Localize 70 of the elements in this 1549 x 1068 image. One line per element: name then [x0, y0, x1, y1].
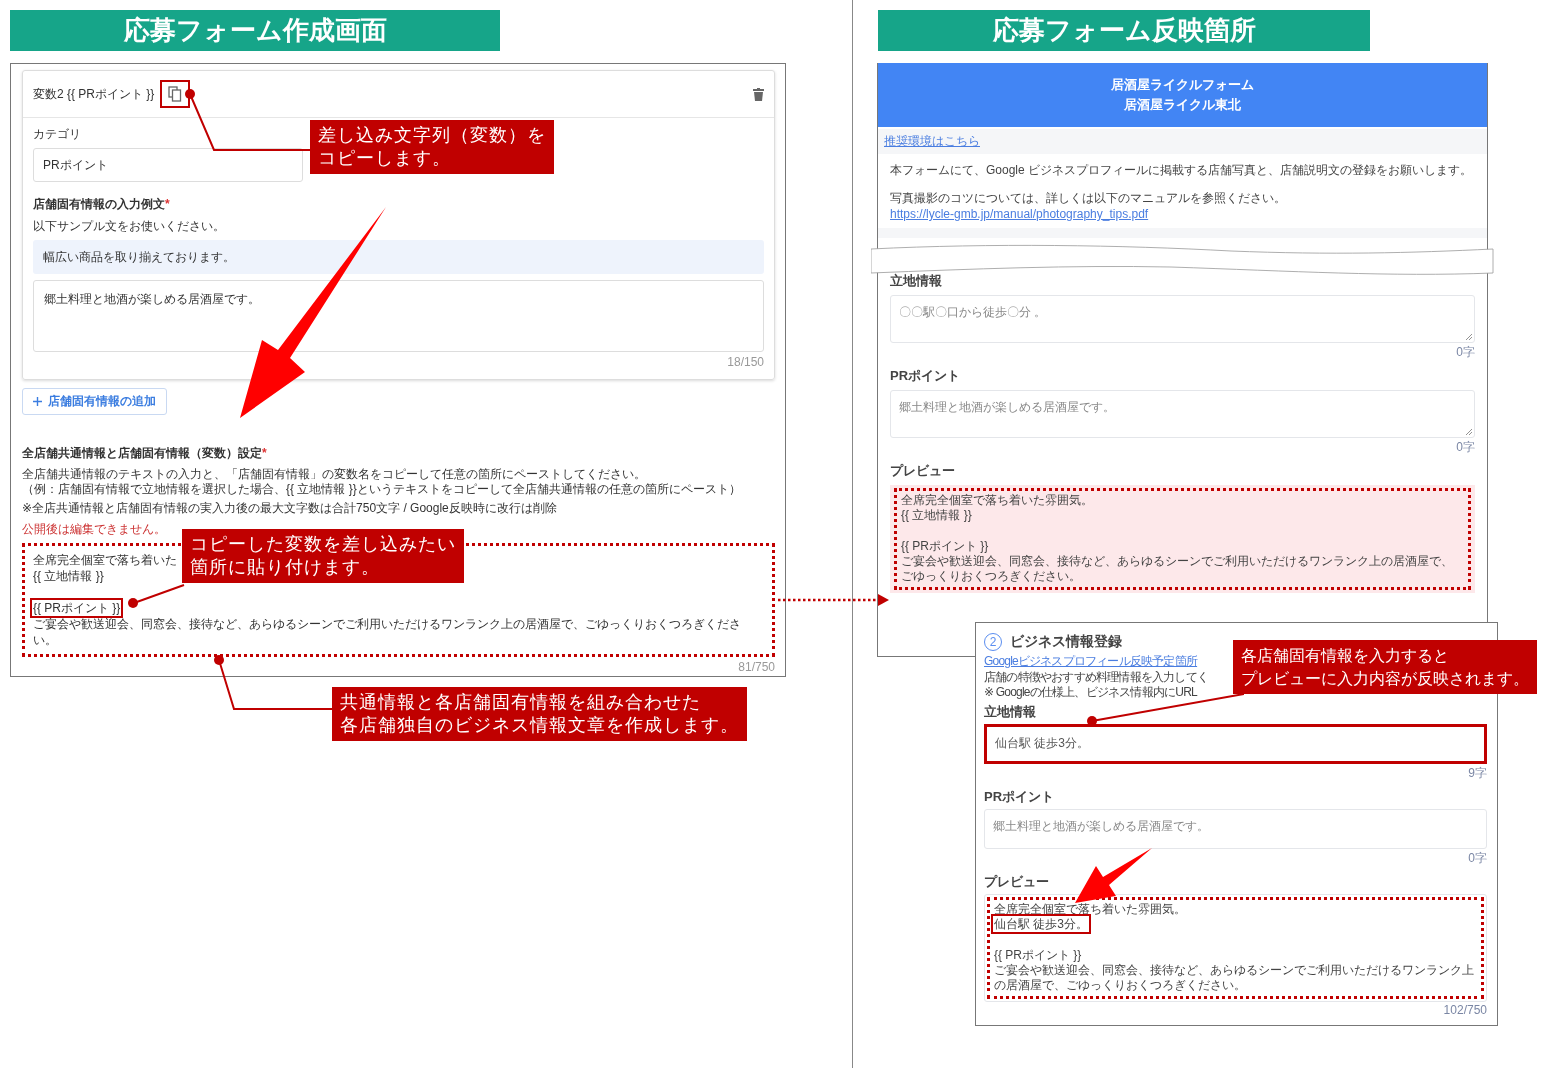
char-count: 81/750 [738, 660, 775, 674]
copy-button[interactable] [160, 80, 191, 108]
note-text: ※全店共通情報と店舗固有情報の実入力後の最大文字数は合計750文字 / Google反映時に改行は削除 [22, 501, 557, 516]
char-count: 18/150 [727, 355, 764, 369]
sample-text: 幅広い商品を取り揃えております。 [33, 240, 764, 274]
trash-icon[interactable] [753, 87, 764, 101]
add-button[interactable]: 店舗固有情報の追加 [22, 388, 167, 415]
required-mark: * [165, 197, 170, 211]
section-heading: 応募フォーム反映箇所 [878, 10, 1370, 51]
template-line: 全席完全個室で落ち着いた [33, 553, 177, 567]
template-line: {{ PRポイント }} [33, 601, 121, 615]
intro-text: 写真撮影のコツについては、詳しくは以下のマニュアルを参照ください。 [890, 190, 1286, 206]
description-text: 店舗の特徴やおすすめ料理情報を入力してく [984, 670, 1208, 685]
variable-label: 変数2 {{ PRポイント }} [33, 85, 155, 103]
field-label: プレビュー [890, 462, 955, 480]
description-text: ※ Googleの仕様上、ビジネス情報内にURL [984, 685, 1197, 700]
reflection-link[interactable]: Googleビジネスプロフィール反映予定箇所 [984, 653, 1198, 670]
char-count: 0字 [1468, 850, 1487, 867]
section-heading: 応募フォーム作成画面 [10, 10, 500, 51]
plus-icon [33, 397, 42, 406]
preview-line: 仙台駅 徒歩3分。 [994, 917, 1088, 931]
preview-line: 全席完全個室で落ち着いた雰囲気。 [994, 902, 1186, 916]
environment-link[interactable]: 推奨環境はこちら [884, 134, 980, 148]
char-count: 9字 [1468, 765, 1487, 782]
section-title: ビジネス情報登録 [1010, 633, 1122, 651]
form-title: 居酒屋ライクルフォーム [1111, 76, 1254, 94]
field-label: PRポイント [890, 367, 961, 385]
note-tooltip: コピーした変数を差し込みたい 箇所に貼り付けます。 [182, 529, 464, 583]
field-label: 全店舗共通情報と店舗固有情報（変数）設定 [22, 446, 262, 460]
description-text: （例：店舗固有情報で立地情報を選択した場合、{{ 立地情報 }}というテキストをコピーして全店舗共通情報の任意の箇所にペースト） [22, 482, 741, 497]
text-field[interactable]: 郷土料理と地酒が楽しめる居酒屋です。 [984, 809, 1487, 849]
manual-link[interactable]: https://lycle-gmb.jp/manual/photography_tips.pdf [890, 207, 1149, 221]
preview-line: {{ PRポイント }} [901, 539, 989, 553]
field-label: カテゴリ [33, 126, 81, 143]
placeholder: 郷土料理と地酒が楽しめる居酒屋です。 [899, 400, 1115, 414]
preview-line: {{ PRポイント }} [994, 948, 1082, 962]
field-label: 店舗固有情報の入力例文 [33, 197, 165, 211]
text-field[interactable]: 〇〇駅〇口から徒歩〇分 。 [890, 295, 1475, 343]
preview-line: ご宴会や歓送迎会、同窓会、接待など、あらゆるシーンでご利用いただけるワンランク上の居酒屋で、ごゆっくりおくつろぎください。 [994, 963, 1474, 992]
char-count: 102/750 [1443, 1003, 1487, 1017]
note-tooltip: 共通情報と各店舗固有情報を組み合わせた 各店舗独自のビジネス情報文章を作成します。 [332, 687, 747, 741]
field-label: 立地情報 [890, 272, 942, 290]
preview-line: 全席完全個室で落ち着いた雰囲気。 [901, 493, 1093, 507]
preview-line: {{ 立地情報 }} [901, 508, 972, 522]
intro-text: 本フォームにて、Google ビジネスプロフィールに掲載する店舗写真と、店舗説明文の登録をお願いします。 [890, 162, 1473, 178]
text-field[interactable]: 仙台駅 徒歩3分。 [984, 724, 1487, 764]
template-line: ご宴会や歓送迎会、同窓会、接待など、あらゆるシーンでご利用いただけるワンランク上の居酒屋で、ごゆっくりおくつろぎください。 [33, 617, 741, 647]
placeholder: 〇〇駅〇口から徒歩〇分 。 [899, 305, 1047, 319]
note-tooltip: 差し込み文字列（変数）を コピーします。 [310, 120, 555, 174]
example-text-field[interactable]: 郷土料理と地酒が楽しめる居酒屋です。 [33, 280, 764, 352]
char-count: 0字 [1456, 439, 1475, 456]
template-line: {{ 立地情報 }} [33, 569, 104, 583]
field-label: プレビュー [984, 873, 1049, 891]
placeholder: 郷土料理と地酒が楽しめる居酒屋です。 [993, 819, 1209, 833]
resize-handle-icon[interactable] [1466, 334, 1472, 340]
field-label: 立地情報 [984, 703, 1036, 721]
char-count: 0字 [1456, 344, 1475, 361]
resize-handle-icon[interactable] [1466, 429, 1472, 435]
copy-icon [168, 86, 183, 102]
category-select[interactable]: PRポイント [33, 148, 303, 182]
description-text: 全店舗共通情報のテキストの入力と、「店舗固有情報」の変数名をコピーして任意の箇所にペーストしてください。 [22, 467, 646, 482]
form-title: 居酒屋ライクル東北 [1124, 96, 1241, 114]
hint-text: 以下サンプル文をお使いください。 [33, 218, 225, 235]
warning-text: 公開後は編集できません。 [22, 521, 166, 538]
preview-line: ご宴会や歓送迎会、同窓会、接待など、あらゆるシーンでご利用いただけるワンランク上の居酒屋で、ごゆっくりおくつろぎください。 [901, 554, 1453, 583]
required-mark: * [262, 446, 267, 460]
field-value: 仙台駅 徒歩3分。 [995, 736, 1089, 750]
note-tooltip: 各店舗固有情報を入力すると プレビューに入力内容が反映されます。 [1233, 640, 1537, 694]
field-label: PRポイント [984, 788, 1055, 806]
text-field[interactable]: 郷土料理と地酒が楽しめる居酒屋です。 [890, 390, 1475, 438]
